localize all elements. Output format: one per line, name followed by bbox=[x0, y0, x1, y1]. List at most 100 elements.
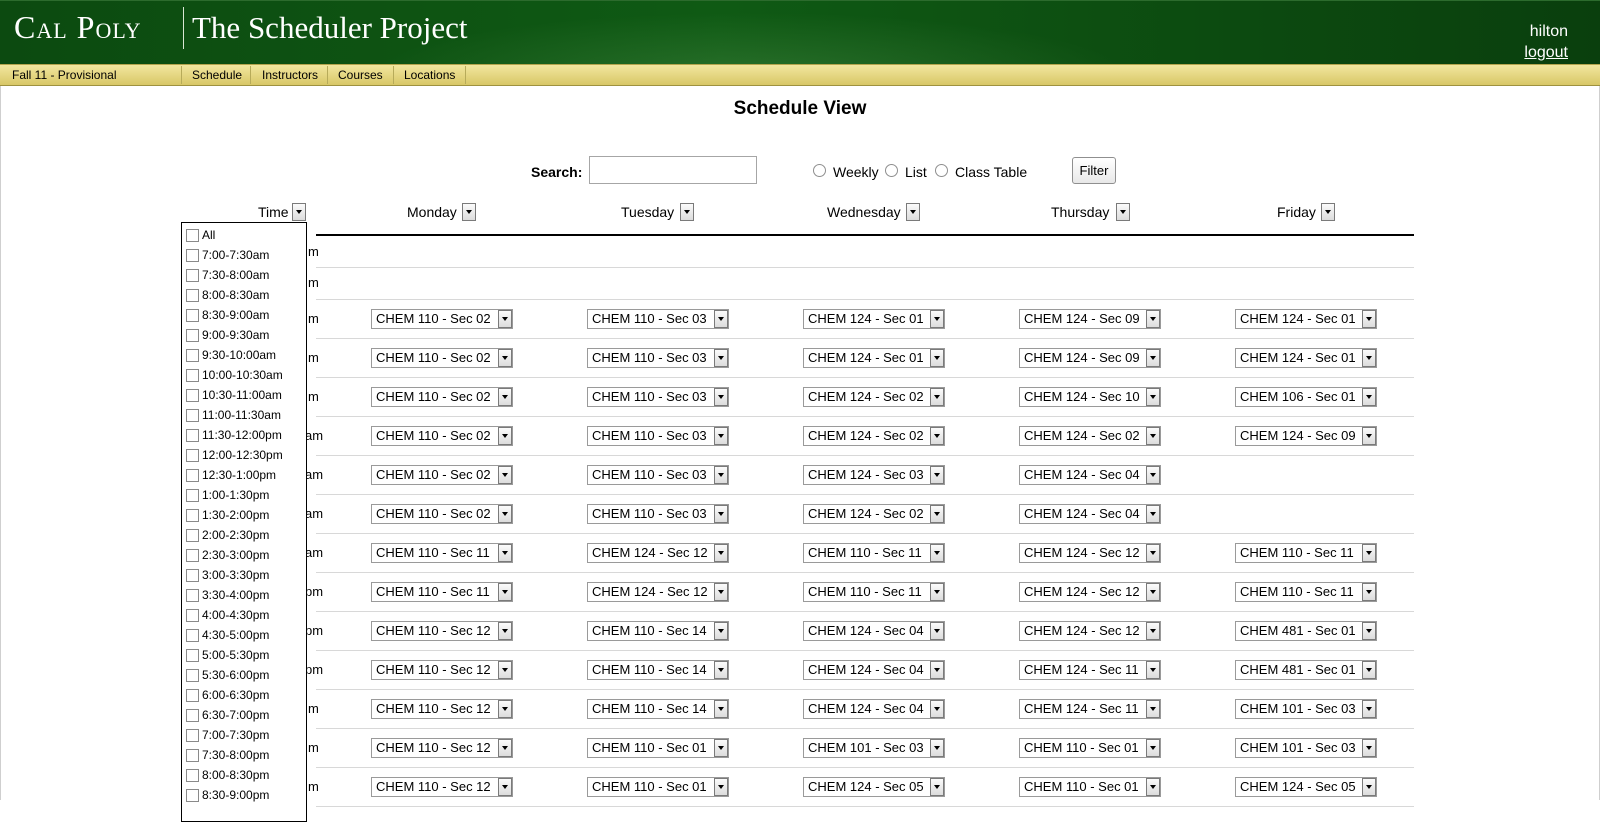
course-section-select[interactable]: CHEM 110 - Sec 02 bbox=[371, 386, 513, 407]
chevron-down-icon[interactable] bbox=[930, 660, 944, 679]
menu-schedule[interactable]: Schedule bbox=[192, 68, 242, 82]
course-section-select[interactable]: CHEM 110 - Sec 01 bbox=[587, 737, 729, 758]
checkbox[interactable] bbox=[186, 409, 199, 423]
logout-link[interactable]: logout bbox=[1524, 44, 1568, 61]
chevron-down-icon[interactable] bbox=[714, 465, 728, 484]
checkbox[interactable] bbox=[186, 709, 199, 723]
chevron-down-icon[interactable] bbox=[1146, 309, 1160, 328]
time-filter-option[interactable]: 12:30-1:00pm bbox=[186, 468, 276, 483]
course-section-select[interactable]: CHEM 124 - Sec 01 bbox=[803, 308, 945, 329]
checkbox[interactable] bbox=[186, 769, 199, 783]
time-filter-option[interactable]: 7:00-7:30am bbox=[186, 248, 269, 263]
filter-button[interactable]: Filter bbox=[1072, 157, 1116, 184]
wednesday-filter-dropdown[interactable] bbox=[906, 203, 920, 221]
chevron-down-icon[interactable] bbox=[930, 426, 944, 445]
course-section-select[interactable]: CHEM 110 - Sec 03 bbox=[587, 347, 729, 368]
chevron-down-icon[interactable] bbox=[498, 699, 512, 718]
checkbox[interactable] bbox=[186, 369, 199, 383]
chevron-down-icon[interactable] bbox=[930, 777, 944, 796]
course-section-select[interactable]: CHEM 124 - Sec 05 bbox=[803, 776, 945, 797]
course-section-select[interactable]: CHEM 124 - Sec 02 bbox=[803, 425, 945, 446]
course-section-select[interactable]: CHEM 110 - Sec 12 bbox=[371, 620, 513, 641]
chevron-down-icon[interactable] bbox=[498, 582, 512, 601]
checkbox[interactable] bbox=[186, 649, 199, 663]
time-filter-option[interactable]: 11:30-12:00pm bbox=[186, 428, 282, 443]
course-section-select[interactable]: CHEM 110 - Sec 11 bbox=[1235, 542, 1377, 563]
course-section-select[interactable]: CHEM 110 - Sec 11 bbox=[371, 581, 513, 602]
course-section-select[interactable]: CHEM 106 - Sec 01 bbox=[1235, 386, 1377, 407]
chevron-down-icon[interactable] bbox=[714, 426, 728, 445]
search-input[interactable] bbox=[589, 156, 757, 184]
course-section-select[interactable]: CHEM 481 - Sec 01 bbox=[1235, 659, 1377, 680]
chevron-down-icon[interactable] bbox=[1146, 426, 1160, 445]
chevron-down-icon[interactable] bbox=[1362, 738, 1376, 757]
chevron-down-icon[interactable] bbox=[1362, 387, 1376, 406]
time-filter-option[interactable]: 7:30-8:00am bbox=[186, 268, 269, 283]
course-section-select[interactable]: CHEM 124 - Sec 12 bbox=[1019, 620, 1161, 641]
course-section-select[interactable]: CHEM 124 - Sec 05 bbox=[1235, 776, 1377, 797]
checkbox[interactable] bbox=[186, 389, 199, 403]
checkbox[interactable] bbox=[186, 729, 199, 743]
chevron-down-icon[interactable] bbox=[1362, 777, 1376, 796]
checkbox[interactable] bbox=[186, 509, 199, 523]
course-section-select[interactable]: CHEM 110 - Sec 02 bbox=[371, 308, 513, 329]
course-section-select[interactable]: CHEM 101 - Sec 03 bbox=[1235, 698, 1377, 719]
chevron-down-icon[interactable] bbox=[1146, 738, 1160, 757]
time-filter-option[interactable]: 1:00-1:30pm bbox=[186, 488, 269, 503]
course-section-select[interactable]: CHEM 124 - Sec 01 bbox=[803, 347, 945, 368]
course-section-select[interactable]: CHEM 124 - Sec 12 bbox=[1019, 542, 1161, 563]
course-section-select[interactable]: CHEM 110 - Sec 03 bbox=[587, 425, 729, 446]
chevron-down-icon[interactable] bbox=[1362, 699, 1376, 718]
chevron-down-icon[interactable] bbox=[498, 660, 512, 679]
checkbox[interactable] bbox=[186, 529, 199, 543]
chevron-down-icon[interactable] bbox=[1362, 543, 1376, 562]
course-section-select[interactable]: CHEM 124 - Sec 12 bbox=[1019, 581, 1161, 602]
menu-instructors[interactable]: Instructors bbox=[262, 68, 318, 82]
course-section-select[interactable]: CHEM 110 - Sec 11 bbox=[803, 581, 945, 602]
time-filter-option[interactable]: 9:00-9:30am bbox=[186, 328, 269, 343]
checkbox[interactable] bbox=[186, 689, 199, 703]
chevron-down-icon[interactable] bbox=[498, 387, 512, 406]
chevron-down-icon[interactable] bbox=[498, 348, 512, 367]
time-filter-option[interactable]: 6:30-7:00pm bbox=[186, 708, 269, 723]
time-filter-option[interactable]: 12:00-12:30pm bbox=[186, 448, 283, 463]
course-section-select[interactable]: CHEM 124 - Sec 01 bbox=[1235, 308, 1377, 329]
course-section-select[interactable]: CHEM 110 - Sec 02 bbox=[371, 425, 513, 446]
menu-courses[interactable]: Courses bbox=[338, 68, 383, 82]
checkbox[interactable] bbox=[186, 449, 199, 463]
checkbox[interactable] bbox=[186, 329, 199, 343]
chevron-down-icon[interactable] bbox=[930, 309, 944, 328]
course-section-select[interactable]: CHEM 110 - Sec 03 bbox=[587, 464, 729, 485]
checkbox[interactable] bbox=[186, 549, 199, 563]
chevron-down-icon[interactable] bbox=[1362, 309, 1376, 328]
time-filter-option[interactable]: 2:00-2:30pm bbox=[186, 528, 269, 543]
time-filter-option[interactable]: 4:00-4:30pm bbox=[186, 608, 269, 623]
course-section-select[interactable]: CHEM 110 - Sec 02 bbox=[371, 464, 513, 485]
course-section-select[interactable]: CHEM 110 - Sec 02 bbox=[371, 347, 513, 368]
course-section-select[interactable]: CHEM 124 - Sec 09 bbox=[1235, 425, 1377, 446]
course-section-select[interactable]: CHEM 124 - Sec 02 bbox=[1019, 425, 1161, 446]
course-section-select[interactable]: CHEM 124 - Sec 03 bbox=[803, 464, 945, 485]
monday-filter-dropdown[interactable] bbox=[462, 203, 476, 221]
chevron-down-icon[interactable] bbox=[714, 543, 728, 562]
chevron-down-icon[interactable] bbox=[498, 426, 512, 445]
course-section-select[interactable]: CHEM 124 - Sec 04 bbox=[1019, 464, 1161, 485]
time-filter-option[interactable]: 5:30-6:00pm bbox=[186, 668, 269, 683]
course-section-select[interactable]: CHEM 110 - Sec 14 bbox=[587, 698, 729, 719]
course-section-select[interactable]: CHEM 110 - Sec 03 bbox=[587, 503, 729, 524]
course-section-select[interactable]: CHEM 101 - Sec 03 bbox=[803, 737, 945, 758]
chevron-down-icon[interactable] bbox=[498, 777, 512, 796]
time-filter-option[interactable]: 2:30-3:00pm bbox=[186, 548, 269, 563]
course-section-select[interactable]: CHEM 110 - Sec 02 bbox=[371, 503, 513, 524]
time-filter-option[interactable]: 6:00-6:30pm bbox=[186, 688, 269, 703]
chevron-down-icon[interactable] bbox=[714, 387, 728, 406]
chevron-down-icon[interactable] bbox=[930, 738, 944, 757]
time-filter-option[interactable]: 11:00-11:30am bbox=[186, 408, 281, 423]
chevron-down-icon[interactable] bbox=[930, 465, 944, 484]
chevron-down-icon[interactable] bbox=[498, 738, 512, 757]
course-section-select[interactable]: CHEM 124 - Sec 01 bbox=[1235, 347, 1377, 368]
course-section-select[interactable]: CHEM 101 - Sec 03 bbox=[1235, 737, 1377, 758]
time-filter-option[interactable]: 3:30-4:00pm bbox=[186, 588, 269, 603]
course-section-select[interactable]: CHEM 124 - Sec 04 bbox=[803, 698, 945, 719]
chevron-down-icon[interactable] bbox=[714, 504, 728, 523]
